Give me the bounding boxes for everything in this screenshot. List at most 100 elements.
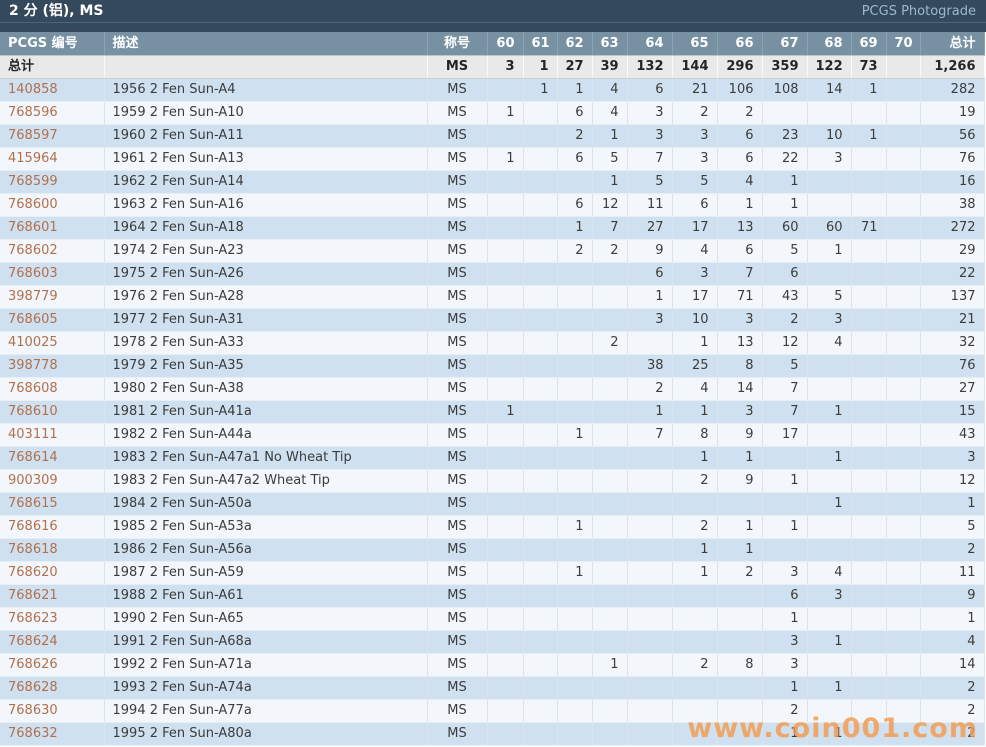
col-header-grade-66: 66 — [717, 32, 762, 56]
totals-grade-62: 27 — [557, 56, 592, 79]
photograde-link[interactable]: PCGS Photograde — [862, 0, 976, 23]
total-cell: 9 — [920, 585, 984, 608]
grade-60-cell — [487, 470, 523, 493]
pcgs-number-cell: 415964 — [0, 148, 104, 171]
grade-70-cell — [886, 125, 920, 148]
grade-60-cell — [487, 562, 523, 585]
pcgs-number-link[interactable]: 768602 — [8, 243, 58, 258]
table-row: 7686101981 2 Fen Sun-A41aMS11137115 — [0, 401, 984, 424]
grade-67-cell: 1 — [762, 171, 807, 194]
grade-70-cell — [886, 171, 920, 194]
pcgs-number-link[interactable]: 768600 — [8, 197, 58, 212]
grade-70-cell — [886, 217, 920, 240]
grade-65-cell: 6 — [672, 194, 717, 217]
grade-66-cell: 6 — [717, 240, 762, 263]
pcgs-number-link[interactable]: 768621 — [8, 588, 58, 603]
pcgs-number-link[interactable]: 768601 — [8, 220, 58, 235]
table-row: 7686321995 2 Fen Sun-A80aMS112 — [0, 723, 984, 746]
grade-70-cell — [886, 631, 920, 654]
coin-description: 1983 2 Fen Sun-A47a1 No Wheat Tip — [104, 447, 427, 470]
pcgs-number-cell: 768630 — [0, 700, 104, 723]
pcgs-number-link[interactable]: 768614 — [8, 450, 58, 465]
pcgs-number-link[interactable]: 768605 — [8, 312, 58, 327]
pcgs-number-link[interactable]: 768623 — [8, 611, 58, 626]
pcgs-number-link[interactable]: 398779 — [8, 289, 58, 304]
pcgs-number-link[interactable]: 768610 — [8, 404, 58, 419]
total-cell: 76 — [920, 148, 984, 171]
grade-65-cell: 1 — [672, 447, 717, 470]
grade-70-cell — [886, 309, 920, 332]
grade-61-cell — [523, 493, 557, 516]
grade-69-cell — [851, 401, 886, 424]
grade-60-cell — [487, 447, 523, 470]
grade-66-cell: 1 — [717, 539, 762, 562]
totals-row: 总计MS312739132144296359122731,266 — [0, 56, 984, 79]
designation-cell: MS — [427, 125, 487, 148]
totals-grade-61: 1 — [523, 56, 557, 79]
pcgs-number-link[interactable]: 140858 — [8, 82, 58, 97]
pcgs-number-link[interactable]: 768630 — [8, 703, 58, 718]
pcgs-number-link[interactable]: 410025 — [8, 335, 58, 350]
pcgs-number-link[interactable]: 768599 — [8, 174, 58, 189]
pcgs-number-link[interactable]: 768608 — [8, 381, 58, 396]
pcgs-number-link[interactable]: 398778 — [8, 358, 58, 373]
grade-63-cell — [592, 378, 627, 401]
grade-66-cell: 71 — [717, 286, 762, 309]
coin-description: 1992 2 Fen Sun-A71a — [104, 654, 427, 677]
grade-60-cell — [487, 194, 523, 217]
pcgs-number-link[interactable]: 768632 — [8, 726, 58, 741]
grade-70-cell — [886, 562, 920, 585]
pcgs-number-link[interactable]: 768624 — [8, 634, 58, 649]
grade-67-cell: 1 — [762, 194, 807, 217]
pcgs-number-link[interactable]: 415964 — [8, 151, 58, 166]
grade-63-cell — [592, 493, 627, 516]
grade-65-cell: 17 — [672, 217, 717, 240]
pcgs-number-link[interactable]: 768616 — [8, 519, 58, 534]
pcgs-number-link[interactable]: 768597 — [8, 128, 58, 143]
grade-61-cell — [523, 194, 557, 217]
grade-66-cell — [717, 631, 762, 654]
grade-68-cell: 10 — [807, 125, 851, 148]
grade-69-cell — [851, 424, 886, 447]
grade-63-cell — [592, 447, 627, 470]
col-header-grade-68: 68 — [807, 32, 851, 56]
grade-62-cell: 6 — [557, 194, 592, 217]
col-header-pcgs-number: PCGS 编号 — [0, 32, 104, 56]
grade-67-cell — [762, 539, 807, 562]
grade-67-cell — [762, 493, 807, 516]
col-header-grade-62: 62 — [557, 32, 592, 56]
pcgs-number-link[interactable]: 768603 — [8, 266, 58, 281]
grade-65-cell: 2 — [672, 470, 717, 493]
pcgs-number-cell: 768603 — [0, 263, 104, 286]
grade-64-cell: 9 — [627, 240, 672, 263]
grade-66-cell: 6 — [717, 148, 762, 171]
grade-63-cell: 4 — [592, 79, 627, 102]
pcgs-number-link[interactable]: 768596 — [8, 105, 58, 120]
pcgs-number-link[interactable]: 768626 — [8, 657, 58, 672]
grade-61-cell — [523, 171, 557, 194]
pcgs-number-link[interactable]: 768620 — [8, 565, 58, 580]
grade-70-cell — [886, 355, 920, 378]
pcgs-number-link[interactable]: 403111 — [8, 427, 58, 442]
grade-69-cell — [851, 470, 886, 493]
grade-63-cell — [592, 700, 627, 723]
grade-70-cell — [886, 700, 920, 723]
pcgs-number-link[interactable]: 768628 — [8, 680, 58, 695]
grade-69-cell: 1 — [851, 79, 886, 102]
grade-61-cell — [523, 447, 557, 470]
grade-63-cell — [592, 562, 627, 585]
grade-70-cell — [886, 516, 920, 539]
grade-64-cell: 3 — [627, 102, 672, 125]
grade-66-cell: 6 — [717, 125, 762, 148]
grade-69-cell — [851, 286, 886, 309]
coin-description: 1974 2 Fen Sun-A23 — [104, 240, 427, 263]
pcgs-number-link[interactable]: 900309 — [8, 473, 58, 488]
grade-67-cell: 3 — [762, 631, 807, 654]
grade-66-cell: 3 — [717, 309, 762, 332]
pcgs-number-link[interactable]: 768615 — [8, 496, 58, 511]
pcgs-number-link[interactable]: 768618 — [8, 542, 58, 557]
grade-65-cell: 3 — [672, 263, 717, 286]
grade-69-cell — [851, 493, 886, 516]
coin-description: 1984 2 Fen Sun-A50a — [104, 493, 427, 516]
grade-68-cell — [807, 654, 851, 677]
